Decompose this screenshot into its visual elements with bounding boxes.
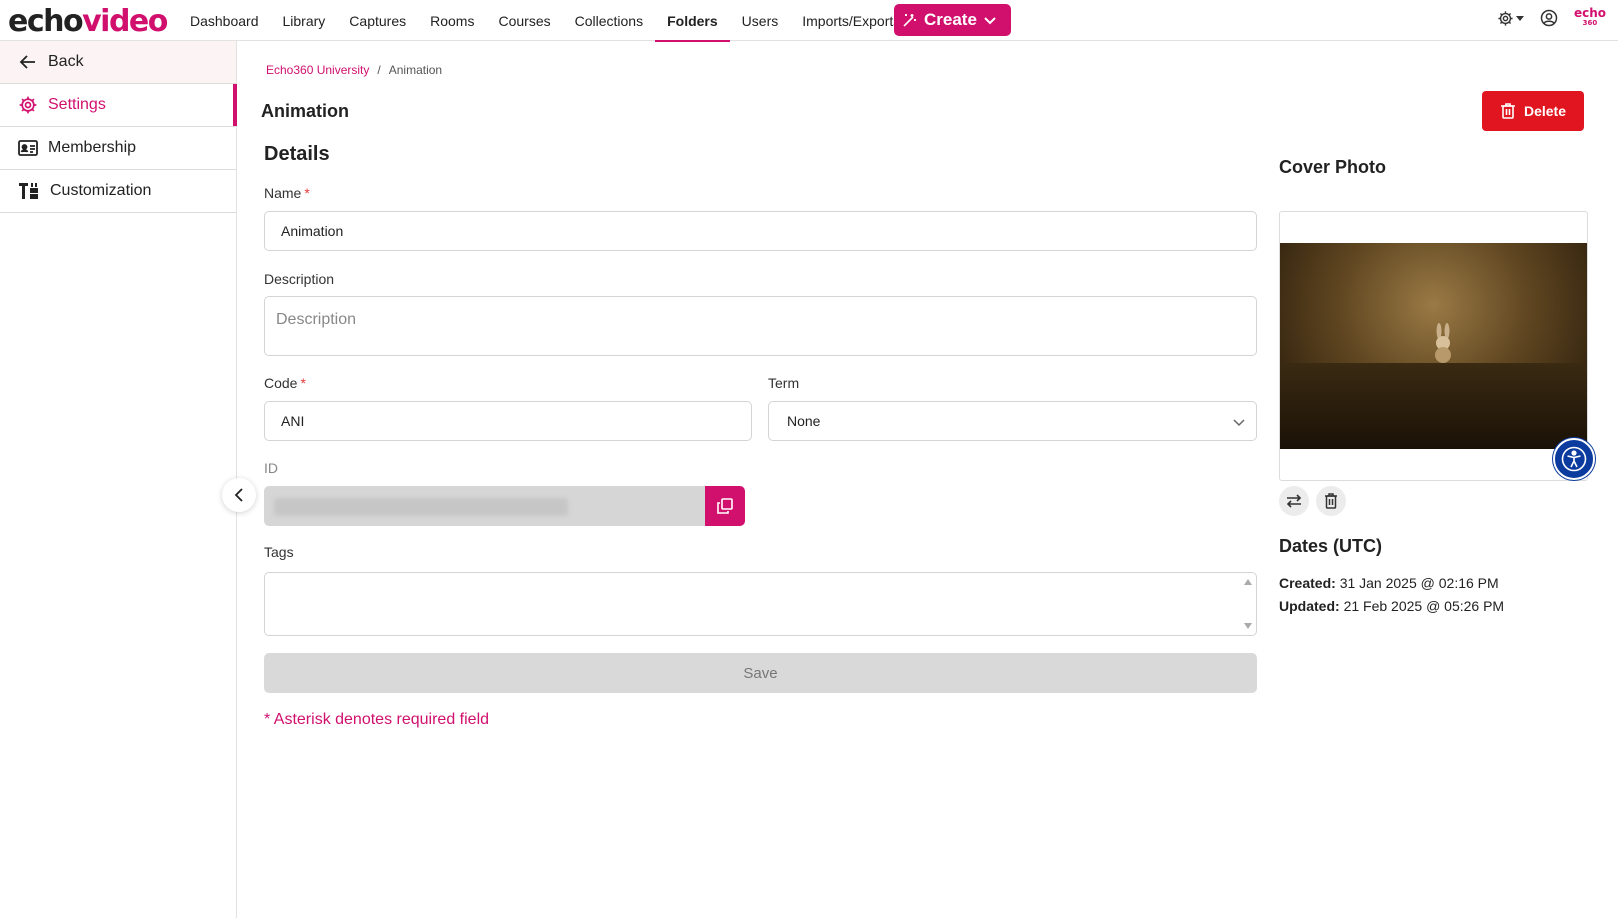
create-button-label: Create	[924, 10, 977, 29]
breadcrumb: Echo360 University / Animation	[266, 63, 442, 77]
logo-text-echo: echo	[8, 4, 84, 39]
logo-text-video: video	[82, 4, 168, 39]
cover-photo-heading: Cover Photo	[1279, 157, 1387, 177]
nav-folders[interactable]: Folders	[655, 0, 730, 42]
breadcrumb-root-link[interactable]: Echo360 University	[266, 63, 369, 77]
required-field-note: * Asterisk denotes required field	[264, 711, 490, 728]
tags-label: Tags	[264, 544, 294, 560]
chevron-down-icon	[984, 17, 996, 25]
name-label: Name *	[264, 185, 310, 201]
back-label: Back	[48, 53, 84, 70]
details-heading: Details	[264, 143, 330, 165]
required-asterisk: *	[304, 185, 310, 201]
dates-heading: Dates (UTC)	[1279, 536, 1383, 556]
nav-users[interactable]: Users	[730, 0, 791, 41]
required-asterisk: *	[300, 375, 306, 391]
id-field	[264, 486, 706, 526]
scroll-down-icon	[1244, 623, 1252, 629]
copy-icon	[717, 498, 733, 514]
term-label: Term	[768, 375, 800, 391]
created-value: 31 Jan 2025 @ 02:16 PM	[1339, 575, 1499, 591]
cover-photo-floor	[1280, 363, 1587, 449]
nav-dashboard[interactable]: Dashboard	[178, 0, 271, 41]
nav-courses[interactable]: Courses	[486, 0, 562, 41]
accessibility-icon	[1561, 446, 1587, 472]
nav-collections[interactable]: Collections	[563, 0, 655, 41]
back-button[interactable]: Back	[0, 41, 236, 84]
nav-rooms[interactable]: Rooms	[418, 0, 486, 41]
updated-date: Updated: 21 Feb 2025 @ 05:26 PM	[1279, 598, 1504, 614]
main-nav: Dashboard Library Captures Rooms Courses…	[178, 0, 912, 42]
replace-photo-button[interactable]	[1279, 486, 1309, 516]
breadcrumb-current: Animation	[388, 63, 443, 77]
delete-button[interactable]: Delete	[1482, 91, 1584, 131]
collapse-sidebar-button[interactable]	[222, 478, 256, 512]
sidebar-item-label: Membership	[48, 139, 137, 156]
scroll-up-icon	[1244, 579, 1252, 585]
trash-icon	[1500, 103, 1515, 119]
gear-icon	[19, 96, 37, 114]
updated-label: Updated:	[1279, 598, 1340, 614]
id-value-redacted	[274, 498, 568, 516]
cover-photo-image	[1280, 243, 1587, 449]
tags-input[interactable]	[264, 572, 1257, 636]
nav-captures[interactable]: Captures	[337, 0, 418, 41]
chevron-left-icon	[234, 488, 243, 502]
page-title: Animation	[261, 101, 349, 121]
breadcrumb-separator: /	[377, 63, 381, 77]
cover-photo-frame	[1279, 211, 1588, 481]
arrow-left-icon	[19, 55, 35, 69]
echo360-logo: echo 360	[1574, 7, 1606, 28]
sidebar-item-customization[interactable]: Customization	[0, 170, 236, 213]
user-account-icon[interactable]	[1540, 9, 1558, 27]
created-date: Created: 31 Jan 2025 @ 02:16 PM	[1279, 575, 1499, 591]
id-card-icon	[18, 140, 38, 156]
trash-icon	[1325, 493, 1337, 509]
code-label-text: Code	[264, 375, 298, 391]
top-navigation-bar: echovideo Dashboard Library Captures Roo…	[0, 0, 1618, 42]
magic-wand-icon	[903, 14, 916, 27]
sidebar-item-membership[interactable]: Membership	[0, 127, 236, 170]
copy-id-button[interactable]	[705, 486, 745, 526]
chevron-down-icon	[1233, 419, 1245, 427]
accessibility-button[interactable]	[1553, 438, 1595, 480]
top-right-actions: echo 360	[1497, 7, 1606, 28]
description-textarea[interactable]: Description	[264, 296, 1257, 356]
customize-icon	[19, 183, 38, 199]
code-input[interactable]: ANI	[264, 401, 752, 441]
settings-menu-button[interactable]	[1497, 10, 1524, 27]
create-button[interactable]: Create	[894, 4, 1011, 36]
nav-library[interactable]: Library	[271, 0, 338, 41]
description-label: Description	[264, 271, 335, 287]
gear-icon	[1498, 10, 1513, 26]
term-selected-value: None	[787, 413, 821, 429]
echovideo-logo[interactable]: echovideo	[8, 4, 168, 39]
term-select[interactable]: None	[768, 401, 1257, 441]
caret-down-icon	[1515, 16, 1524, 21]
sidebar-item-settings[interactable]: Settings	[0, 84, 237, 127]
created-label: Created:	[1279, 575, 1336, 591]
bunny-figure	[1435, 323, 1451, 363]
remove-photo-button[interactable]	[1316, 486, 1346, 516]
sidebar-item-label: Settings	[48, 96, 106, 113]
code-label: Code *	[264, 375, 306, 391]
updated-value: 21 Feb 2025 @ 05:26 PM	[1343, 598, 1505, 614]
id-label: ID	[264, 460, 278, 476]
settings-sidebar: Back Settings Membership Customization	[0, 41, 237, 918]
delete-button-label: Delete	[1523, 103, 1567, 119]
sidebar-item-label: Customization	[50, 182, 152, 199]
name-input[interactable]: Animation	[264, 211, 1257, 251]
save-button[interactable]: Save	[264, 653, 1257, 693]
name-label-text: Name	[264, 185, 302, 201]
swap-icon	[1286, 494, 1302, 508]
